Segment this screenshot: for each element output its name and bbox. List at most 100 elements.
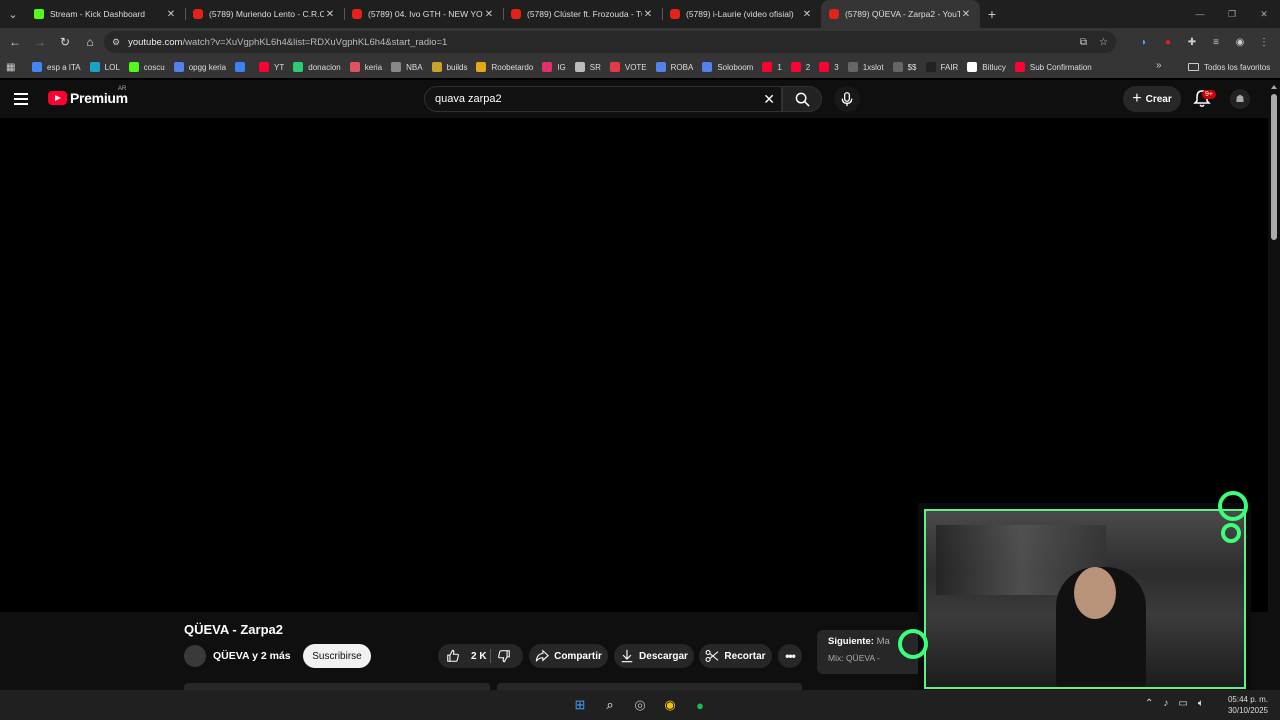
maximize-button[interactable]: ❐	[1216, 9, 1248, 20]
kick-icon	[34, 9, 44, 19]
browser-menu-icon[interactable]: ⋮	[1252, 31, 1276, 53]
description-box[interactable]	[184, 683, 490, 690]
page-scrollbar[interactable]	[1268, 80, 1280, 690]
bookmark-label: Sub Confirmation	[1029, 62, 1092, 72]
extensions-puzzle-icon[interactable]: ✚	[1180, 31, 1204, 53]
share-label: Compartir	[554, 650, 602, 662]
browser-tab[interactable]: Stream - Kick Dashboard ✕	[26, 0, 185, 28]
close-tab-icon[interactable]: ✕	[165, 9, 177, 20]
site-info-icon[interactable]: ⚙	[112, 37, 120, 48]
bookmark-item[interactable]: opgg keria	[173, 62, 226, 72]
download-button[interactable]: Descargar	[614, 644, 694, 668]
volume-icon[interactable]: 🔈︎	[1198, 698, 1204, 709]
dislike-button[interactable]	[497, 649, 516, 666]
browser-tab[interactable]: (5789) 04. Ivo GTH - NEW YORK ✕	[344, 0, 503, 28]
new-tab-button[interactable]: +	[980, 6, 1004, 22]
obs-icon[interactable]: ◎	[630, 695, 650, 715]
bookmark-item[interactable]: Sub Confirmation	[1014, 62, 1092, 72]
like-button[interactable]: 2 K	[438, 649, 487, 663]
bookmarks-overflow-icon[interactable]: »	[1156, 60, 1162, 71]
install-app-icon[interactable]: ⧉	[1080, 37, 1087, 48]
share-button[interactable]: Compartir	[529, 644, 608, 668]
create-button[interactable]: + Crear	[1123, 86, 1181, 112]
bookmark-item[interactable]: LOL	[89, 62, 120, 72]
download-label: Descargar	[639, 650, 688, 662]
close-tab-icon[interactable]: ✕	[483, 9, 495, 20]
media-controls-icon[interactable]: ≡	[1204, 31, 1228, 53]
bookmark-item[interactable]: 1	[762, 62, 782, 72]
chrome-icon[interactable]: ◉	[660, 695, 680, 715]
spotify-icon[interactable]: ●	[690, 695, 710, 715]
bookmark-item[interactable]: SR	[574, 62, 601, 72]
subscribe-button[interactable]: Suscribirse	[303, 644, 371, 668]
profile-avatar-icon[interactable]: ◉	[1228, 31, 1252, 53]
microphone-tray-icon[interactable]: ♪	[1163, 698, 1168, 709]
bookmark-item[interactable]: Roobetardo	[476, 62, 533, 72]
browser-tab[interactable]: (5789) Clúster ft. Frozouda - TO ✕	[503, 0, 662, 28]
close-window-button[interactable]: ✕	[1248, 9, 1280, 20]
comments-box[interactable]	[497, 683, 802, 690]
browser-tab[interactable]: (5789) Muriendo Lento - C.R.O ✕	[185, 0, 344, 28]
close-tab-icon[interactable]: ✕	[324, 9, 336, 20]
bookmark-item[interactable]: keria	[349, 62, 382, 72]
bookmark-item[interactable]: Bitlucy	[967, 62, 1006, 72]
all-bookmarks-button[interactable]: Todos los favoritos	[1188, 56, 1270, 78]
windows-start-icon[interactable]: ⊞	[570, 695, 590, 715]
minimize-button[interactable]: —	[1184, 9, 1216, 19]
bookmark-item[interactable]: 3	[819, 62, 839, 72]
bookmark-item[interactable]: NBA	[391, 62, 423, 72]
back-button[interactable]: ←	[3, 30, 27, 54]
tab-search-button[interactable]: ⌄	[0, 1, 26, 27]
youtube-premium-logo[interactable]: Premium AR	[48, 86, 128, 106]
account-avatar[interactable]: ☗	[1230, 89, 1250, 109]
bookmark-item[interactable]: VOTE	[609, 62, 647, 72]
more-actions-button[interactable]: •••	[778, 644, 802, 668]
country-code: AR	[118, 86, 127, 92]
tray-overflow-icon[interactable]: ⌃	[1145, 698, 1153, 709]
network-icon[interactable]: ▭	[1178, 698, 1187, 709]
bookmark-item[interactable]: esp a ITA	[32, 62, 81, 72]
all-bookmarks-label: Todos los favoritos	[1204, 62, 1271, 72]
bookmark-item[interactable]: YT	[259, 62, 284, 72]
bookmark-item[interactable]: 1xslot	[847, 62, 884, 72]
bookmark-label: esp a ITA	[47, 62, 81, 72]
channel-avatar[interactable]	[184, 645, 206, 667]
home-button[interactable]: ⌂	[78, 30, 102, 54]
bookmark-item[interactable]: ROBA	[655, 62, 693, 72]
search-button[interactable]	[782, 86, 822, 112]
apps-grid-icon[interactable]: ▦	[6, 62, 20, 73]
forward-button[interactable]: →	[28, 30, 52, 54]
bookmark-item[interactable]: 2	[790, 62, 810, 72]
extension-audio-icon[interactable]: ◗	[1132, 31, 1156, 53]
bookmark-item[interactable]	[235, 62, 250, 72]
voice-search-button[interactable]	[834, 86, 860, 112]
search-input[interactable]: quava zarpa2 ✕	[424, 86, 782, 112]
bookmark-item[interactable]: donacion	[293, 62, 341, 72]
clip-button[interactable]: Recortar	[699, 644, 772, 668]
browser-tab[interactable]: (5789) QÜEVA - Zarpa2 - YouTube✕	[821, 0, 980, 28]
reload-button[interactable]: ↻	[53, 30, 77, 54]
taskbar-search-icon[interactable]: ⌕	[600, 695, 620, 715]
bookmark-label: SR	[589, 62, 601, 72]
close-tab-icon[interactable]: ✕	[642, 9, 654, 20]
clear-search-icon[interactable]: ✕	[763, 91, 775, 108]
channel-name[interactable]: QÜEVA y 2 más	[213, 650, 291, 662]
bookmark-item[interactable]: Soloboom	[702, 62, 753, 72]
extensions-area: ◗ ● ✚ ≡ ◉ ⋮	[1132, 31, 1276, 53]
extension-record-icon[interactable]: ●	[1156, 31, 1180, 53]
bookmark-item[interactable]: coscu	[128, 62, 165, 72]
bookmark-item[interactable]: IG	[542, 62, 566, 72]
bookmark-item[interactable]: FAIR	[925, 62, 958, 72]
guide-menu-icon[interactable]	[14, 89, 34, 109]
bookmark-label: LOL	[104, 62, 120, 72]
bookmark-item[interactable]: $$	[892, 62, 917, 72]
close-tab-icon[interactable]: ✕	[801, 9, 813, 20]
taskbar-clock[interactable]: 05:44 p. m. 30/10/2025	[1228, 694, 1268, 716]
bookmark-item[interactable]: builds	[431, 62, 467, 72]
close-tab-icon[interactable]: ✕	[960, 9, 972, 20]
bookmark-favicon-icon	[173, 62, 184, 72]
address-bar[interactable]: ⚙ youtube.com/watch?v=XuVgphKL6h4&list=R…	[104, 31, 1116, 53]
browser-tab[interactable]: (5789) i-Laurie (video ofisial) ✕	[662, 0, 821, 28]
bookmark-label: Roobetardo	[491, 62, 534, 72]
bookmark-star-icon[interactable]: ☆	[1099, 37, 1108, 48]
